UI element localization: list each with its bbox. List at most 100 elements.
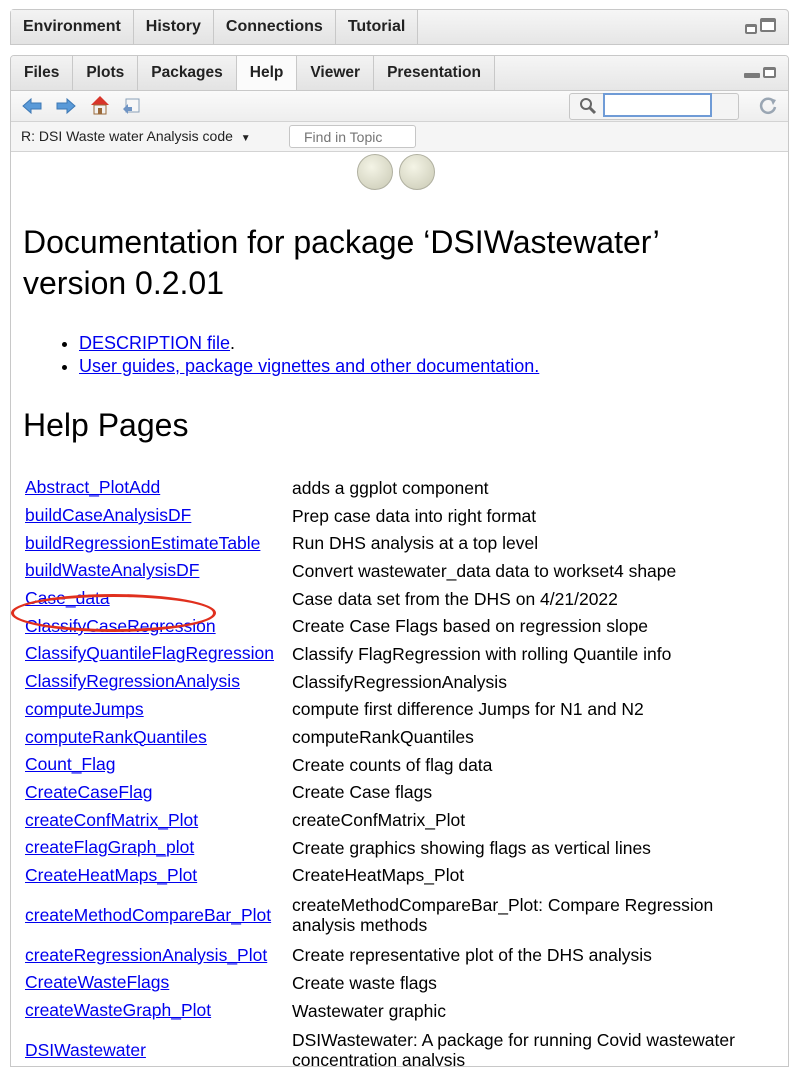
table-row: buildCaseAnalysisDF Prep case data into r… [25, 502, 762, 530]
help-page-link[interactable]: ClassifyRegressionAnalysis [25, 671, 240, 691]
function-cell: Count_Flag [25, 751, 292, 779]
table-row: createFlagGraph_plot Create graphics show… [25, 834, 762, 862]
help-page-link[interactable]: buildRegressionEstimateTable [25, 533, 260, 553]
help-page-description: ClassifyRegressionAnalysis [292, 671, 507, 692]
topic-dropdown[interactable]: R: DSI Waste water Analysis code ▼ [21, 128, 251, 144]
help-tabbar: Files Plots Packages Help Viewer Present… [11, 56, 788, 91]
help-page-link[interactable]: createConfMatrix_Plot [25, 810, 198, 830]
function-cell: computeRankQuantiles [25, 723, 292, 751]
help-page-description: CreateHeatMaps_Plot [292, 865, 465, 886]
help-page-link[interactable]: CreateCaseFlag [25, 782, 152, 802]
tab-help[interactable]: Help [236, 56, 298, 90]
forward-arrow-icon[interactable] [55, 97, 77, 115]
tab-connections[interactable]: Connections [213, 10, 336, 44]
function-cell: ClassifyQuantileFlagRegression [25, 640, 292, 668]
topic-label: R: DSI Waste water Analysis code [21, 128, 233, 144]
table-row: createConfMatrix_Plot createConfMatrix_Pl… [25, 806, 762, 834]
chevron-down-icon: ▼ [240, 133, 251, 144]
function-cell: createWasteGraph_Plot [25, 997, 292, 1025]
table-row: ClassifyQuantileFlagRegression Classify F… [25, 640, 762, 668]
help-page-link[interactable]: createMethodCompareBar_Plot [25, 905, 271, 925]
help-page-description: Create Case Flags based on regression sl… [292, 616, 649, 637]
minimize-pane-icon[interactable] [744, 73, 760, 78]
help-pages-heading: Help Pages [23, 407, 189, 443]
function-cell: CreateWasteFlags [25, 969, 292, 997]
help-page-link[interactable]: DSIWastewater [25, 1040, 146, 1060]
tab-presentation[interactable]: Presentation [374, 56, 495, 90]
tab-viewer[interactable]: Viewer [297, 56, 375, 90]
help-page-link[interactable]: computeRankQuantiles [25, 727, 207, 747]
help-page-description: Wastewater graphic [292, 1000, 446, 1021]
help-page-description: Create Case flags [292, 782, 433, 803]
doc-links-list: DESCRIPTION file. User guides, package v… [79, 332, 539, 378]
table-row: CreateHeatMaps_Plot CreateHeatMaps_Plot [25, 862, 762, 890]
help-search-input[interactable] [603, 93, 712, 117]
table-row: computeRankQuantiles computeRankQuantiles [25, 723, 762, 751]
help-page-link[interactable]: Count_Flag [25, 754, 115, 774]
description-file-link[interactable]: DESCRIPTION file [79, 333, 230, 353]
help-page-link[interactable]: CreateWasteFlags [25, 972, 169, 992]
user-guides-link[interactable]: User guides, package vignettes and other… [79, 356, 539, 376]
function-cell: createFlagGraph_plot [25, 834, 292, 862]
help-content: Documentation for package ‘DSIWastewater… [11, 152, 788, 1066]
function-cell: buildWasteAnalysisDF [25, 557, 292, 585]
function-cell: buildCaseAnalysisDF [25, 502, 292, 530]
help-page-link[interactable]: createWasteGraph_Plot [25, 1000, 211, 1020]
help-page-link[interactable]: ClassifyQuantileFlagRegression [25, 643, 274, 663]
restore-pane-icon[interactable] [763, 67, 776, 78]
table-row: Count_Flag Create counts of flag data [25, 751, 762, 779]
restore-pane-icon[interactable] [745, 24, 757, 34]
environment-tabbar: Environment History Connections Tutorial [11, 10, 419, 44]
help-page-link[interactable]: buildWasteAnalysisDF [25, 560, 199, 580]
table-row: CreateWasteFlags Create waste flags [25, 969, 762, 997]
help-page-link[interactable]: createRegressionAnalysis_Plot [25, 945, 267, 965]
table-row: DSIWastewater DSIWastewater: A package fo… [25, 1024, 762, 1066]
help-page-link[interactable]: Abstract_PlotAdd [25, 477, 160, 497]
help-page-description: Case data set from the DHS on 4/21/2022 [292, 588, 618, 609]
help-pages-table: Abstract_PlotAdd adds a ggplot component b… [25, 474, 762, 1066]
tab-files[interactable]: Files [11, 56, 74, 90]
help-page-description: compute first difference Jumps for N1 an… [292, 699, 644, 720]
list-item: DESCRIPTION file. [79, 332, 539, 354]
table-row: createMethodCompareBar_Plot createMethodC… [25, 889, 762, 941]
search-icon [580, 98, 597, 115]
previous-page-button[interactable] [357, 154, 393, 190]
function-cell: buildRegressionEstimateTable [25, 529, 292, 557]
help-page-description: Convert wastewater_data data to workset4… [292, 560, 677, 581]
find-in-topic-input[interactable] [289, 125, 416, 148]
help-page-description: Create counts of flag data [292, 754, 493, 775]
tab-history[interactable]: History [133, 10, 214, 44]
refresh-icon[interactable] [757, 95, 779, 117]
table-row: Abstract_PlotAdd adds a ggplot component [25, 474, 762, 502]
help-page-link[interactable]: computeJumps [25, 699, 144, 719]
environment-pane: Environment History Connections Tutorial [10, 9, 789, 45]
tab-plots[interactable]: Plots [73, 56, 139, 90]
print-icon[interactable] [121, 97, 141, 115]
tab-tutorial[interactable]: Tutorial [335, 10, 419, 44]
table-row: ClassifyRegressionAnalysis ClassifyRegres… [25, 668, 762, 696]
tab-packages[interactable]: Packages [138, 56, 237, 90]
help-toolbar [11, 91, 788, 122]
table-row: computeJumps compute first difference Jum… [25, 696, 762, 724]
function-cell: createConfMatrix_Plot [25, 806, 292, 834]
help-page-description: Create representative plot of the DHS an… [292, 945, 652, 966]
maximize-pane-icon[interactable] [760, 18, 776, 32]
help-page-link[interactable]: CreateHeatMaps_Plot [25, 865, 197, 885]
help-page-description: adds a ggplot component [292, 477, 489, 498]
home-icon[interactable] [89, 94, 111, 116]
help-page-description: Classify FlagRegression with rolling Qua… [292, 643, 672, 664]
help-page-description: computeRankQuantiles [292, 727, 474, 748]
highlight-circle [11, 594, 216, 632]
help-page-link[interactable]: buildCaseAnalysisDF [25, 505, 191, 525]
help-nav-buttons [357, 154, 435, 190]
table-row: CreateCaseFlag Create Case flags [25, 779, 762, 807]
table-row: createWasteGraph_Plot Wastewater graphic [25, 997, 762, 1025]
link-suffix: . [230, 333, 236, 353]
function-cell: CreateHeatMaps_Plot [25, 862, 292, 890]
help-page-description: Create graphics showing flags as vertica… [292, 837, 651, 858]
help-page-link[interactable]: createFlagGraph_plot [25, 837, 194, 857]
back-arrow-icon[interactable] [21, 97, 43, 115]
top-page-button[interactable] [399, 154, 435, 190]
tab-environment[interactable]: Environment [11, 10, 134, 44]
help-page-description: createConfMatrix_Plot [292, 810, 466, 831]
